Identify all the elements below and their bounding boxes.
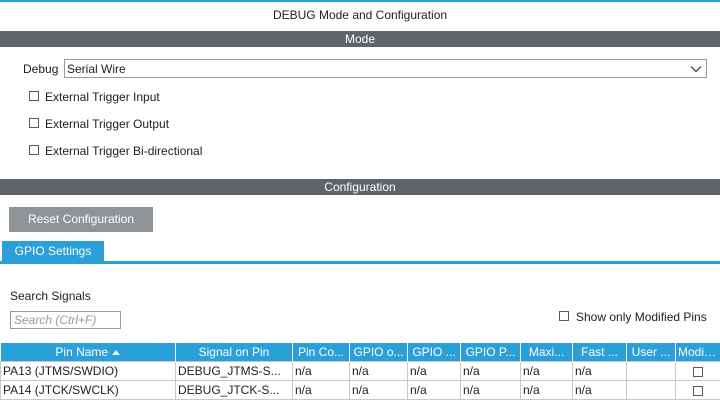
search-signals-label: Search Signals xyxy=(10,289,91,303)
debug-select-value: Serial Wire xyxy=(67,62,126,76)
window-title: DEBUG Mode and Configuration xyxy=(272,8,448,22)
external-trigger-bidirectional-label: External Trigger Bi-directional xyxy=(45,144,203,158)
configuration-section-header: Configuration xyxy=(0,179,720,195)
cell-gpio-pull: n/a xyxy=(460,361,521,381)
column-header-pin-context[interactable]: Pin Co... xyxy=(292,343,350,362)
column-header-maximum-speed[interactable]: Maxi... xyxy=(520,343,573,362)
external-trigger-output-label: External Trigger Output xyxy=(45,117,170,131)
debug-select[interactable]: Serial Wire xyxy=(64,59,707,78)
sort-ascending-icon xyxy=(112,350,121,356)
window-top-border xyxy=(0,0,720,2)
show-modified-pins-checkbox[interactable] xyxy=(559,311,569,321)
cell-gpio-mode: n/a xyxy=(407,380,461,400)
column-header-modified[interactable]: Modifi... xyxy=(675,343,720,362)
modified-checkbox[interactable] xyxy=(693,385,703,396)
cell-pin-name: PA14 (JTCK/SWCLK) xyxy=(0,380,176,400)
cell-fast-mode: n/a xyxy=(572,380,627,400)
gpio-pin-table: Pin Name Signal on Pin Pin Co... GPIO o.… xyxy=(0,343,720,400)
cell-modified xyxy=(675,380,720,400)
column-header-signal-on-pin[interactable]: Signal on Pin xyxy=(175,343,293,362)
tab-gpio-settings[interactable]: GPIO Settings xyxy=(2,241,104,262)
table-row[interactable]: PA13 (JTMS/SWDIO) DEBUG_JTMS-S... n/a n/… xyxy=(0,361,720,381)
column-header-gpio-pull[interactable]: GPIO P... xyxy=(460,343,521,362)
cell-user-label[interactable] xyxy=(626,361,676,381)
external-trigger-bidirectional-checkbox[interactable] xyxy=(29,145,39,155)
search-signals-input[interactable] xyxy=(10,311,121,329)
table-row[interactable]: PA14 (JTCK/SWCLK) DEBUG_JTCK-S... n/a n/… xyxy=(0,380,720,400)
external-trigger-input-label: External Trigger Input xyxy=(45,90,160,104)
cell-maximum-speed: n/a xyxy=(520,361,573,381)
mode-section-header: Mode xyxy=(0,31,720,47)
external-trigger-input-checkbox[interactable] xyxy=(29,91,39,101)
cell-gpio-output: n/a xyxy=(349,380,408,400)
cell-gpio-mode: n/a xyxy=(407,361,461,381)
cell-maximum-speed: n/a xyxy=(520,380,573,400)
show-modified-pins-label: Show only Modified Pins xyxy=(576,310,707,324)
cell-user-label[interactable] xyxy=(626,380,676,400)
cell-signal-on-pin: DEBUG_JTCK-S... xyxy=(175,380,293,400)
debug-label: Debug xyxy=(23,62,59,76)
cell-fast-mode: n/a xyxy=(572,361,627,381)
tab-underline xyxy=(0,261,720,264)
column-header-label: Pin Name xyxy=(55,345,109,359)
cell-modified xyxy=(675,361,720,381)
cell-gpio-pull: n/a xyxy=(460,380,521,400)
column-header-gpio-output[interactable]: GPIO o... xyxy=(349,343,408,362)
cell-signal-on-pin: DEBUG_JTMS-S... xyxy=(175,361,293,381)
cell-gpio-output: n/a xyxy=(349,361,408,381)
column-header-gpio-mode[interactable]: GPIO ... xyxy=(407,343,461,362)
cell-pin-name: PA13 (JTMS/SWDIO) xyxy=(0,361,176,381)
cell-pin-context: n/a xyxy=(292,361,350,381)
column-header-user-label[interactable]: User ... xyxy=(626,343,676,362)
modified-checkbox[interactable] xyxy=(693,366,703,377)
table-header-row: Pin Name Signal on Pin Pin Co... GPIO o.… xyxy=(0,343,720,362)
chevron-down-icon xyxy=(690,66,702,73)
reset-configuration-button[interactable]: Reset Configuration xyxy=(9,207,153,232)
external-trigger-output-checkbox[interactable] xyxy=(29,118,39,128)
cell-pin-context: n/a xyxy=(292,380,350,400)
column-header-pin-name[interactable]: Pin Name xyxy=(0,343,176,362)
column-header-fast-mode[interactable]: Fast ... xyxy=(572,343,627,362)
